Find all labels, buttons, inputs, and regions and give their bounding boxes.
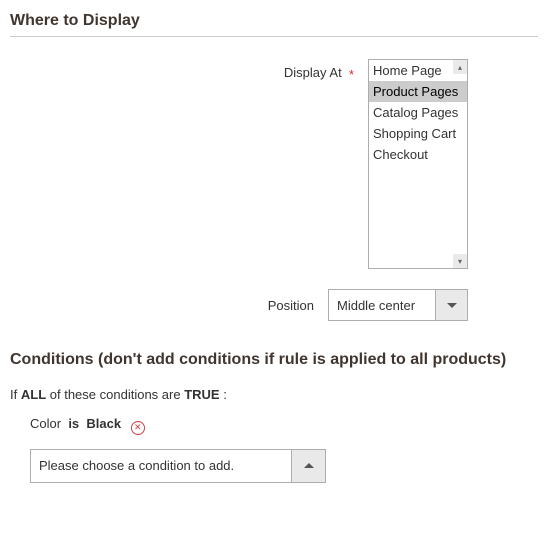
position-select-value: Middle center [329,290,435,320]
field-display-at: Display At * ▴ Home PageProduct PagesCat… [10,59,538,269]
required-asterisk: * [349,67,354,82]
add-condition-placeholder: Please choose a condition to add. [31,450,291,482]
intro-true[interactable]: TRUE [184,387,219,402]
listbox-option[interactable]: Shopping Cart [369,123,467,144]
close-x-icon: ✕ [134,423,142,432]
field-position: Position Middle center [10,289,538,321]
divider [10,36,538,37]
add-condition-select[interactable]: Please choose a condition to add. [30,449,326,483]
conditions-intro: If ALL of these conditions are TRUE : [10,387,538,402]
display-at-listbox[interactable]: ▴ Home PageProduct PagesCatalog PagesSho… [368,59,468,269]
section-title-conditions: Conditions (don't add conditions if rule… [10,351,538,369]
rule-value[interactable]: Black [86,416,121,431]
listbox-option[interactable]: Catalog Pages [369,102,467,123]
scroll-down-icon[interactable]: ▾ [453,254,467,268]
add-condition-button[interactable] [291,450,325,482]
chevron-up-icon [304,463,314,468]
listbox-option[interactable]: Checkout [369,144,467,165]
scroll-up-icon[interactable]: ▴ [453,60,467,74]
intro-p1: If [10,387,17,402]
intro-all[interactable]: ALL [21,387,46,402]
label-display-at-text: Display At [284,65,342,80]
intro-p2: of these conditions are [50,387,181,402]
chevron-down-icon [447,303,457,308]
rule-attribute[interactable]: Color [30,416,61,431]
label-display-at: Display At * [284,59,354,82]
position-select[interactable]: Middle center [328,289,468,321]
listbox-option[interactable]: Product Pages [369,81,467,102]
section-title-display: Where to Display [10,12,538,30]
condition-rule: Color is Black ✕ [30,416,538,435]
intro-p3: : [223,387,227,402]
label-position: Position [268,298,314,313]
delete-rule-button[interactable]: ✕ [131,421,145,435]
rule-operator[interactable]: is [68,416,79,431]
position-select-button[interactable] [435,290,467,320]
